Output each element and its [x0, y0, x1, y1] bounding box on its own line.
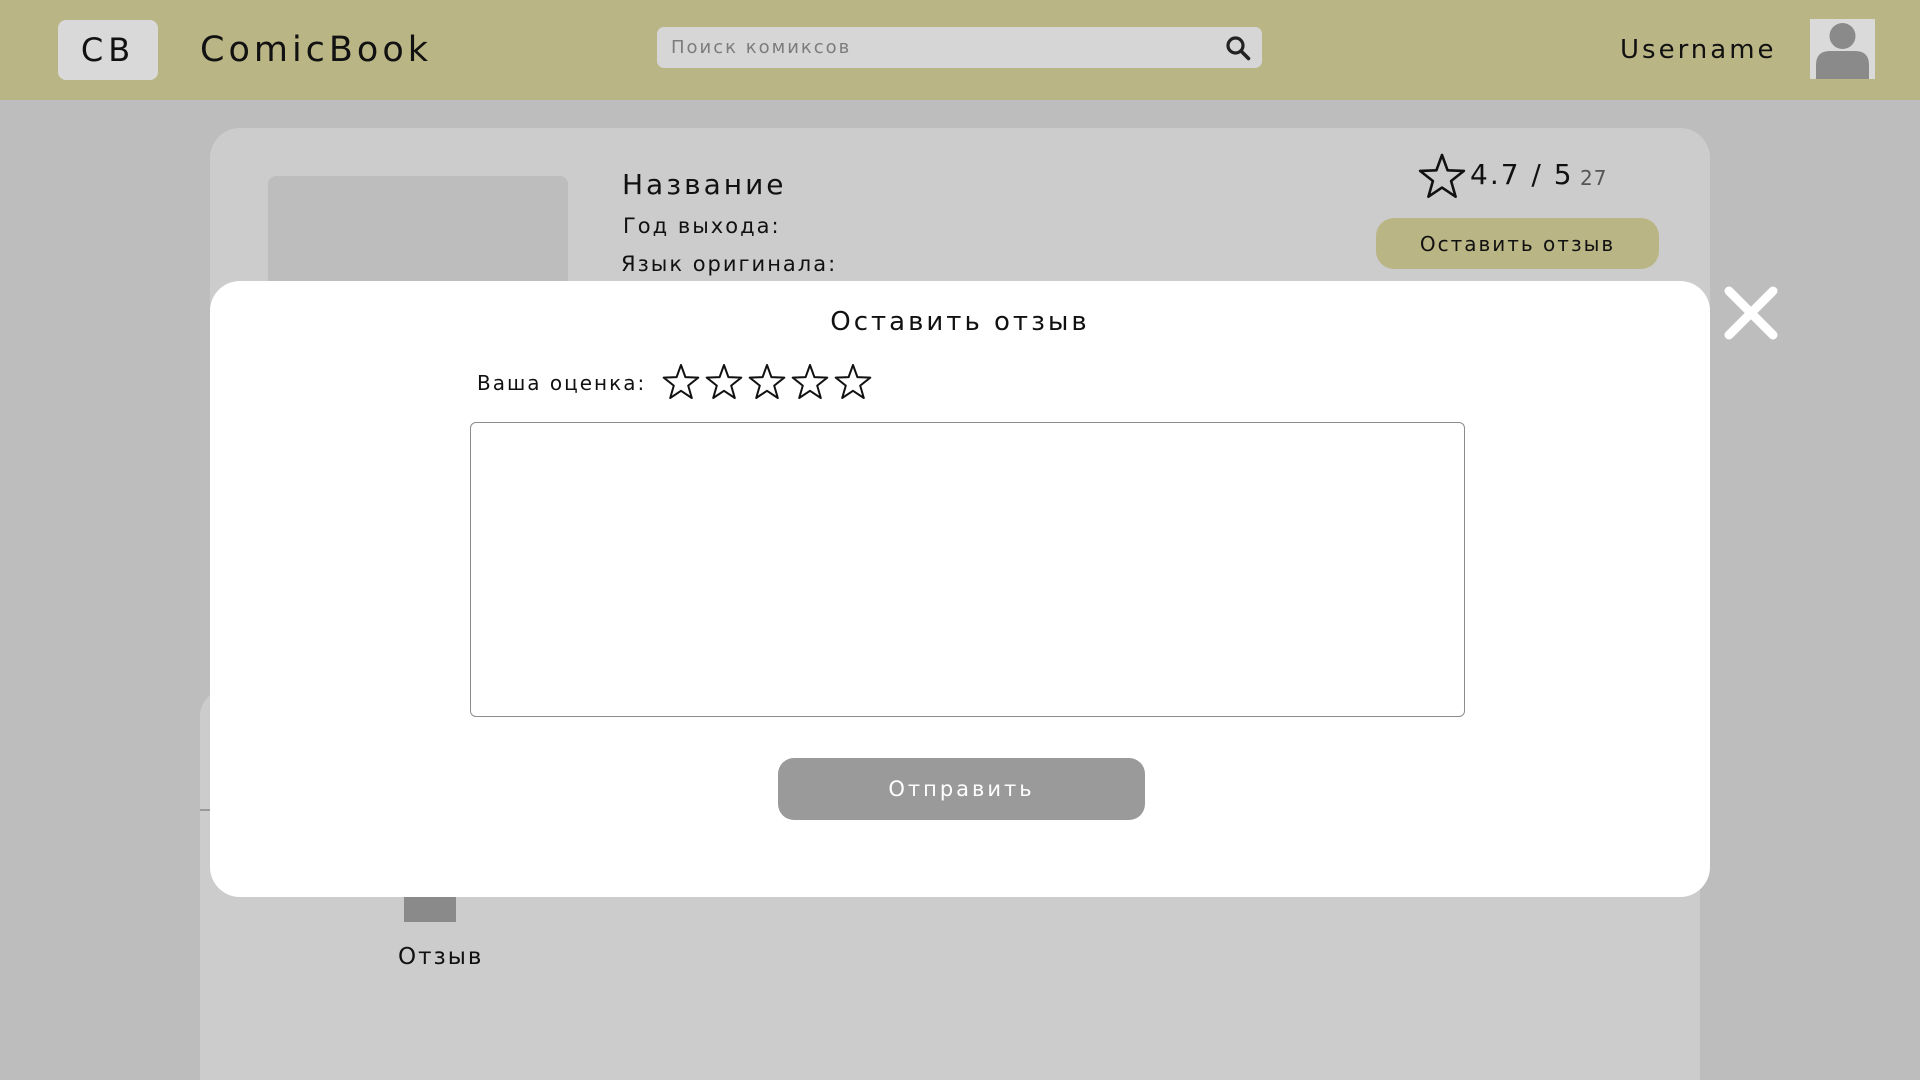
star-2-icon[interactable] [705, 363, 743, 401]
leave-review-button[interactable]: Оставить отзыв [1376, 218, 1659, 269]
review-textarea[interactable] [470, 422, 1465, 717]
comic-language-label: Язык оригинала: [621, 252, 838, 276]
search-input[interactable] [671, 27, 1201, 68]
user-avatar-icon[interactable] [1810, 19, 1875, 79]
star-3-icon[interactable] [748, 363, 786, 401]
comic-year-label: Год выхода: [623, 214, 781, 238]
review-modal: Оставить отзыв Ваша оценка: Отправить [210, 281, 1710, 897]
search-bar [657, 27, 1262, 68]
rating-stars [662, 363, 872, 401]
rating-score: 4.7 / 5 [1470, 158, 1574, 191]
star-5-icon[interactable] [834, 363, 872, 401]
brand-name[interactable]: ComicBook [200, 26, 432, 74]
comic-title: Название [622, 168, 787, 201]
search-icon[interactable] [1224, 34, 1252, 62]
your-rating-label: Ваша оценка: [477, 371, 647, 395]
review-item-label: Отзыв [398, 944, 484, 970]
rating-star-icon [1418, 153, 1466, 199]
star-1-icon[interactable] [662, 363, 700, 401]
close-icon[interactable] [1720, 282, 1782, 344]
logo-badge[interactable]: CB [58, 20, 158, 80]
comic-cover [268, 176, 568, 286]
rating-count: 27 [1580, 166, 1608, 190]
username-label[interactable]: Username [1620, 30, 1777, 70]
submit-button[interactable]: Отправить [778, 758, 1145, 820]
modal-title: Оставить отзыв [830, 307, 1090, 337]
star-4-icon[interactable] [791, 363, 829, 401]
